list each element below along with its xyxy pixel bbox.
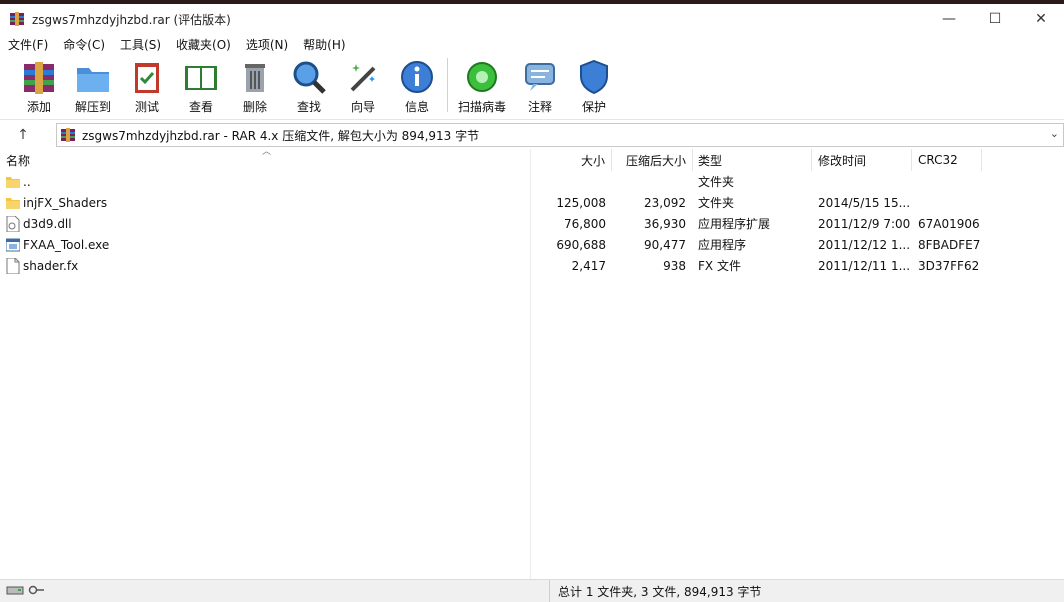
exe-file-icon	[6, 238, 20, 251]
scan-virus-button[interactable]: 扫描病毒	[451, 54, 513, 118]
file-list: 名称 ︿ 大小 压缩后大小 类型 修改时间 CRC32 .. 文件夹 injFX_…	[0, 147, 1064, 579]
maximize-button[interactable]: ☐	[972, 4, 1018, 34]
drive-icon[interactable]	[6, 584, 24, 599]
menu-tools[interactable]: 工具(S)	[112, 36, 168, 53]
menu-options[interactable]: 选项(N)	[238, 36, 295, 53]
column-header-size[interactable]: 大小	[531, 149, 612, 171]
folder-icon	[6, 176, 20, 188]
path-text: zsgws7mhzdyjhzbd.rar - RAR 4.x 压缩文件, 解包大…	[82, 128, 480, 143]
protect-button[interactable]: 保护	[567, 54, 621, 118]
sort-up-icon: ︿	[262, 147, 272, 157]
dll-file-icon	[6, 215, 20, 232]
view-button[interactable]: 查看	[174, 54, 228, 118]
status-bar: 总计 1 文件夹, 3 文件, 894,913 字节	[0, 579, 1064, 602]
magnifier-icon	[293, 61, 326, 94]
column-header-name[interactable]: 名称 ︿	[0, 147, 531, 171]
table-row[interactable]: shader.fx 2,417 938 FX 文件 2011/12/11 1..…	[0, 255, 1064, 276]
menu-favorites[interactable]: 收藏夹(O)	[168, 36, 238, 53]
column-divider	[530, 149, 531, 579]
table-row[interactable]: d3d9.dll 76,800 36,930 应用程序扩展 2011/12/9 …	[0, 213, 1064, 234]
find-button[interactable]: 查找	[282, 54, 336, 118]
clipboard-check-icon	[135, 63, 159, 93]
close-button[interactable]: ✕	[1018, 4, 1064, 34]
trash-icon	[245, 64, 265, 92]
wizard-button[interactable]: 向导	[336, 54, 390, 118]
table-row[interactable]: FXAA_Tool.exe 690,688 90,477 应用程序 2011/1…	[0, 234, 1064, 255]
info-icon	[401, 61, 433, 93]
column-header-crc[interactable]: CRC32	[912, 149, 982, 171]
menu-file[interactable]: 文件(F)	[0, 36, 55, 53]
menu-bar: 文件(F) 命令(C) 工具(S) 收藏夹(O) 选项(N) 帮助(H)	[0, 34, 1064, 54]
extract-button[interactable]: 解压到	[66, 54, 120, 118]
path-field[interactable]: zsgws7mhzdyjhzbd.rar - RAR 4.x 压缩文件, 解包大…	[56, 123, 1064, 147]
add-button[interactable]: 添加	[12, 54, 66, 118]
title-bar: zsgws7mhzdyjhzbd.rar (评估版本) — ☐ ✕	[0, 4, 1064, 34]
rar-archive-icon	[60, 127, 76, 143]
file-icon	[6, 257, 20, 274]
table-row[interactable]: .. 文件夹	[0, 171, 1064, 192]
window-title: zsgws7mhzdyjhzbd.rar (评估版本)	[32, 12, 231, 27]
winrar-app-icon	[9, 11, 25, 27]
toolbar: 添加 解压到 测试 查看 删除 查找 向导 信息 扫描病毒 注释 保护	[0, 54, 1064, 118]
virus-scan-icon	[467, 62, 497, 92]
column-header-modified[interactable]: 修改时间	[812, 149, 912, 171]
chevron-down-icon[interactable]: ⌄	[1050, 127, 1059, 140]
test-button[interactable]: 测试	[120, 54, 174, 118]
archive-add-icon	[24, 62, 54, 94]
comment-button[interactable]: 注释	[513, 54, 567, 118]
delete-button[interactable]: 删除	[228, 54, 282, 118]
info-button[interactable]: 信息	[390, 54, 444, 118]
magic-wand-icon	[350, 64, 376, 92]
up-arrow-icon[interactable]: ↑	[0, 121, 46, 149]
address-bar: ↑ zsgws7mhzdyjhzbd.rar - RAR 4.x 压缩文件, 解…	[0, 119, 1064, 149]
folder-icon	[6, 197, 20, 209]
minimize-button[interactable]: —	[926, 4, 972, 34]
column-header-type[interactable]: 类型	[693, 149, 812, 171]
menu-help[interactable]: 帮助(H)	[295, 36, 352, 53]
table-row[interactable]: injFX_Shaders 125,008 23,092 文件夹 2014/5/…	[0, 192, 1064, 213]
comment-icon	[525, 63, 555, 91]
column-header-packed[interactable]: 压缩后大小	[612, 149, 693, 171]
key-icon[interactable]	[28, 584, 46, 599]
toolbar-separator	[447, 58, 448, 112]
shield-icon	[580, 59, 608, 95]
menu-command[interactable]: 命令(C)	[55, 36, 112, 53]
status-summary: 总计 1 文件夹, 3 文件, 894,913 字节	[558, 584, 762, 599]
book-view-icon	[185, 66, 217, 90]
folder-extract-icon	[77, 68, 109, 92]
